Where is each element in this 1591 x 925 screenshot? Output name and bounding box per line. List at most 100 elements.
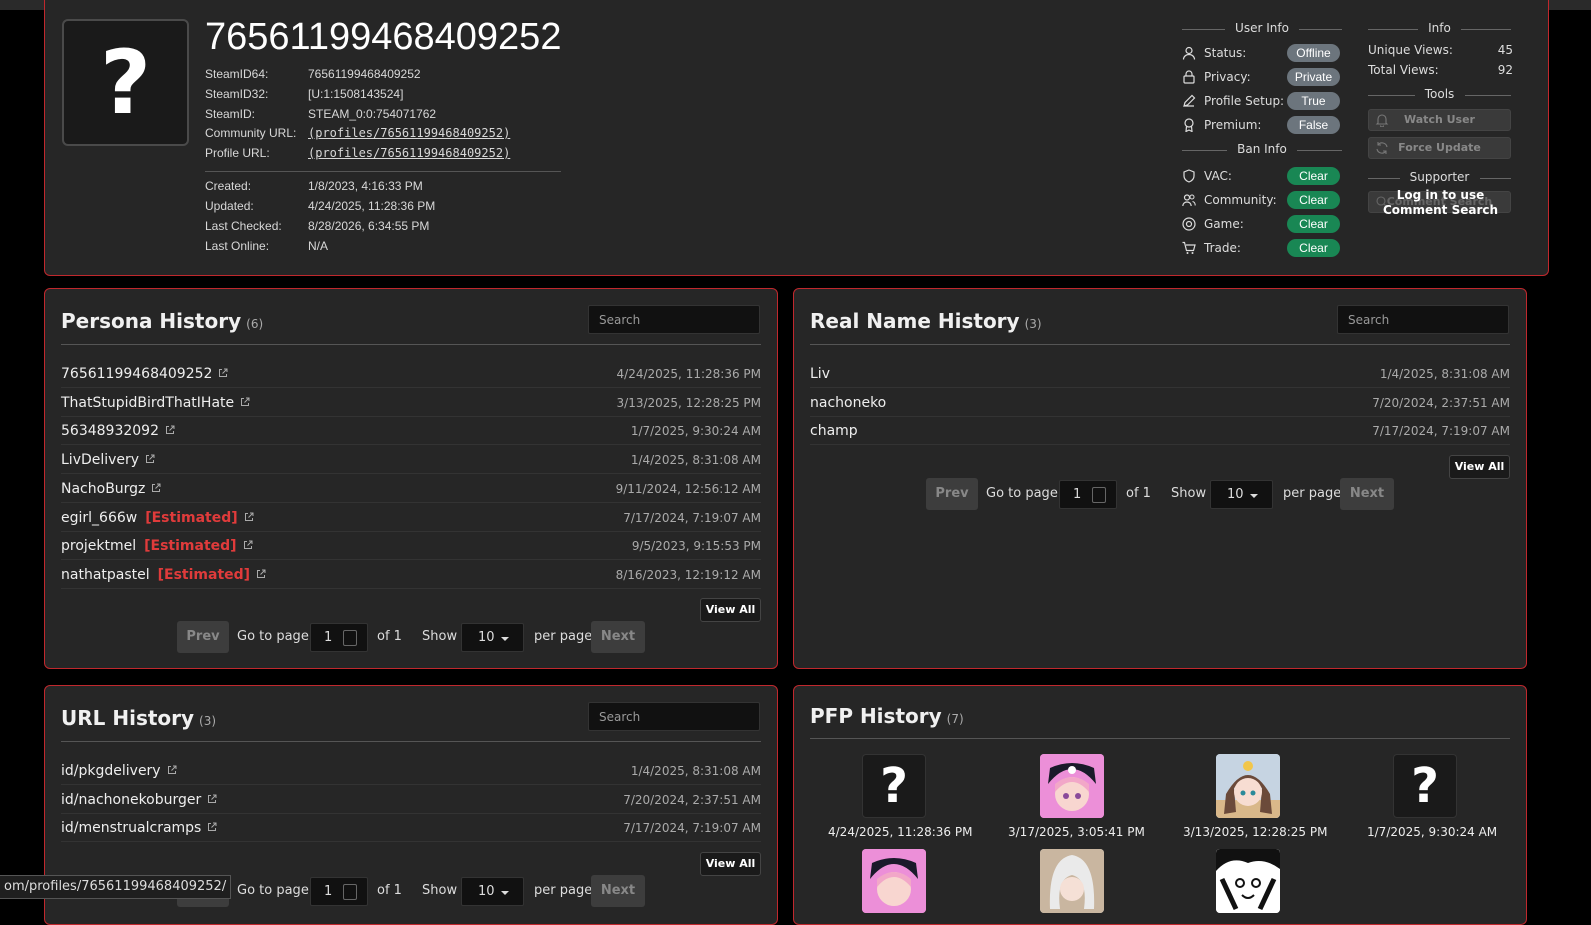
page-input[interactable]: 1 xyxy=(1059,480,1117,509)
user-icon xyxy=(1182,46,1196,60)
pfp-thumbnail[interactable] xyxy=(1216,754,1280,818)
list-item-name: 76561199468409252 xyxy=(61,366,228,382)
list-item: nathatpastel [Estimated] 8/16/2023, 12:19:… xyxy=(61,561,761,589)
per-page-select[interactable]: 10 xyxy=(461,623,524,652)
total-views-value: 92 xyxy=(1497,63,1513,77)
history-name[interactable]: NachoBurgz xyxy=(61,481,145,497)
per-page-select[interactable]: 10 xyxy=(1210,480,1273,509)
avatar: ? xyxy=(62,19,189,146)
list-item-name: LivDelivery xyxy=(61,452,155,468)
game-label: Game: xyxy=(1204,217,1244,231)
pencil-icon xyxy=(1183,94,1196,107)
profile-url-link[interactable]: (profiles/76561199468409252) xyxy=(308,146,510,160)
history-name[interactable]: nathatpastel xyxy=(61,567,150,583)
url-search-input[interactable]: Search xyxy=(588,702,760,731)
history-name[interactable]: 56348932092 xyxy=(61,423,159,439)
history-name[interactable]: id/pkgdelivery xyxy=(61,763,161,779)
trade-label: Trade: xyxy=(1204,241,1241,255)
show-label: Show xyxy=(422,629,458,644)
pfp-thumbnail[interactable] xyxy=(1216,849,1280,913)
per-page-label: per page xyxy=(534,883,593,898)
watch-user-button[interactable]: Watch User xyxy=(1368,109,1511,131)
field-label: Last Checked: xyxy=(205,219,282,233)
list-item-date: 1/4/2025, 8:31:08 AM xyxy=(630,453,761,468)
list-item: 76561199468409252 4/24/2025, 11:28:36 PM xyxy=(61,360,761,388)
external-link-icon[interactable] xyxy=(243,540,253,550)
realname-view-all-button[interactable]: View All xyxy=(1449,455,1510,479)
external-link-icon[interactable] xyxy=(167,765,177,775)
spinner-icon[interactable] xyxy=(343,630,357,646)
community-badge: Clear xyxy=(1287,191,1340,209)
divider xyxy=(810,738,1510,739)
list-item: champ 7/17/2024, 7:19:07 AM xyxy=(810,417,1510,446)
field-label: SteamID64: xyxy=(205,67,269,81)
list-item-date: 7/17/2024, 7:19:07 AM xyxy=(623,510,761,525)
list-item-date: 7/17/2024, 7:19:07 AM xyxy=(623,821,761,836)
spinner-icon[interactable] xyxy=(343,884,357,900)
external-link-icon[interactable] xyxy=(165,425,175,435)
spinner-icon[interactable] xyxy=(1092,487,1106,503)
external-link-icon[interactable] xyxy=(256,569,266,579)
url-view-all-button[interactable]: View All xyxy=(700,852,761,876)
external-link-icon[interactable] xyxy=(240,397,250,407)
external-link-icon[interactable] xyxy=(244,512,254,522)
history-name[interactable]: LivDelivery xyxy=(61,452,139,468)
external-link-icon[interactable] xyxy=(207,822,217,832)
unique-views-value: 45 xyxy=(1497,43,1513,57)
list-item-date: 1/4/2025, 8:31:08 AM xyxy=(630,764,761,778)
total-views-label: Total Views: xyxy=(1368,63,1439,77)
realname-search-input[interactable]: Search xyxy=(1337,305,1509,334)
history-name[interactable]: champ xyxy=(810,423,858,439)
list-item: id/pkgdelivery 1/4/2025, 8:31:08 AM xyxy=(61,757,761,785)
profile-setup-row: Profile Setup: True xyxy=(1182,92,1342,112)
premium-row: Premium: False xyxy=(1182,116,1342,136)
pfp-thumbnail[interactable] xyxy=(862,849,926,913)
divider xyxy=(61,344,761,345)
goto-label: Go to page: xyxy=(237,883,314,898)
per-page-label: per page xyxy=(534,629,593,644)
estimated-tag: [Estimated] xyxy=(145,509,238,526)
community-ban-row: Community: Clear xyxy=(1182,191,1342,211)
history-name[interactable]: nachoneko xyxy=(810,395,886,411)
login-notice: Log in to use Comment Search xyxy=(1382,188,1499,217)
history-name[interactable]: Liv xyxy=(810,366,830,382)
prev-button[interactable]: Prev xyxy=(177,621,229,653)
history-name[interactable]: 76561199468409252 xyxy=(61,366,212,382)
field-label: SteamID32: xyxy=(205,87,269,101)
history-name[interactable]: id/menstrualcramps xyxy=(61,820,201,836)
history-name[interactable]: ThatStupidBirdThatIHate xyxy=(61,395,234,411)
pfp-date: 1/7/2025, 9:30:24 AM xyxy=(1367,825,1498,839)
community-url-link[interactable]: (profiles/76561199468409252) xyxy=(308,126,510,140)
next-button[interactable]: Next xyxy=(1340,478,1394,510)
external-link-icon[interactable] xyxy=(207,794,217,804)
pfp-thumbnail[interactable] xyxy=(1040,849,1104,913)
page-of-label: of 1 xyxy=(1126,486,1151,501)
pfp-thumbnail[interactable]: ? xyxy=(1393,754,1457,818)
list-item-name: champ xyxy=(810,423,858,439)
cart-icon xyxy=(1182,241,1196,254)
history-name[interactable]: egirl_666w xyxy=(61,510,137,526)
per-page-select[interactable]: 10 xyxy=(461,877,524,906)
page-of-label: of 1 xyxy=(377,883,402,898)
history-name[interactable]: projektmel xyxy=(61,538,136,554)
external-link-icon[interactable] xyxy=(145,454,155,464)
realname-pagination: Prev Go to page: 1 of 1 Show 10 per page… xyxy=(926,478,1396,510)
anime-avatar-image xyxy=(1040,849,1104,913)
pfp-thumbnail[interactable] xyxy=(1040,754,1104,818)
external-link-icon[interactable] xyxy=(218,368,228,378)
persona-history-title: Persona History (6) xyxy=(61,309,264,333)
persona-search-input[interactable]: Search xyxy=(588,305,760,334)
force-update-button[interactable]: Force Update xyxy=(1368,137,1511,159)
pfp-history-title: PFP History (7) xyxy=(810,704,964,728)
next-button[interactable]: Next xyxy=(591,875,645,907)
pfp-thumbnail[interactable]: ? xyxy=(862,754,926,818)
page-input[interactable]: 1 xyxy=(310,877,368,906)
list-item-name: id/menstrualcramps xyxy=(61,820,217,836)
persona-view-all-button[interactable]: View All xyxy=(700,598,761,622)
external-link-icon[interactable] xyxy=(151,483,161,493)
history-name[interactable]: id/nachonekoburger xyxy=(61,792,201,808)
page-input[interactable]: 1 xyxy=(310,623,368,652)
prev-button[interactable]: Prev xyxy=(926,478,978,510)
list-item-date: 7/20/2024, 2:37:51 AM xyxy=(1372,395,1510,410)
next-button[interactable]: Next xyxy=(591,621,645,653)
